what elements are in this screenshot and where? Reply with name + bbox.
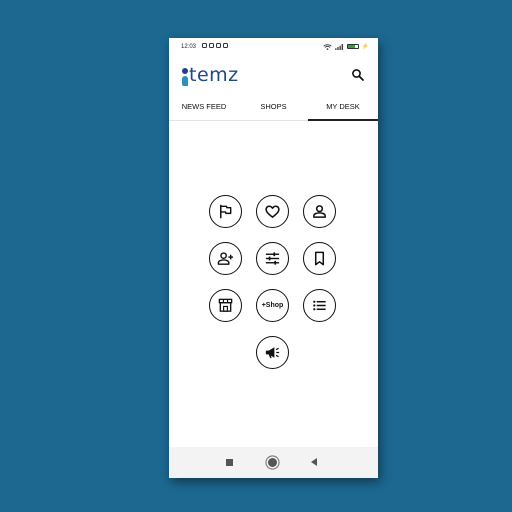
- megaphone-icon: [265, 347, 280, 359]
- sliders-icon: [265, 252, 280, 265]
- system-nav-bar: [169, 447, 378, 478]
- list-icon: [313, 300, 326, 311]
- recent-apps-button[interactable]: [226, 459, 233, 466]
- phone-screen: 12:03 ⚡ temz NEWS FEED SHOPS MY DESK +Sh…: [169, 38, 378, 478]
- filters-button[interactable]: [256, 242, 289, 275]
- add-user-button[interactable]: [209, 242, 242, 275]
- bookmarks-button[interactable]: [303, 242, 336, 275]
- add-shop-button[interactable]: +Shop: [256, 289, 289, 322]
- store-icon: [218, 298, 233, 312]
- flag-button[interactable]: [209, 195, 242, 228]
- profile-button[interactable]: [303, 195, 336, 228]
- add-user-icon: [217, 252, 234, 265]
- bookmark-icon: [314, 251, 325, 266]
- home-button[interactable]: [268, 458, 277, 467]
- back-button[interactable]: [311, 458, 317, 466]
- desk-grid: +Shop: [169, 38, 378, 478]
- favorites-button[interactable]: [256, 195, 289, 228]
- user-icon: [313, 205, 326, 218]
- heart-icon: [265, 205, 280, 218]
- list-button[interactable]: [303, 289, 336, 322]
- add-shop-label: +Shop: [261, 302, 284, 309]
- my-store-button[interactable]: [209, 289, 242, 322]
- announcements-button[interactable]: [256, 336, 289, 369]
- flag-icon: [220, 204, 232, 219]
